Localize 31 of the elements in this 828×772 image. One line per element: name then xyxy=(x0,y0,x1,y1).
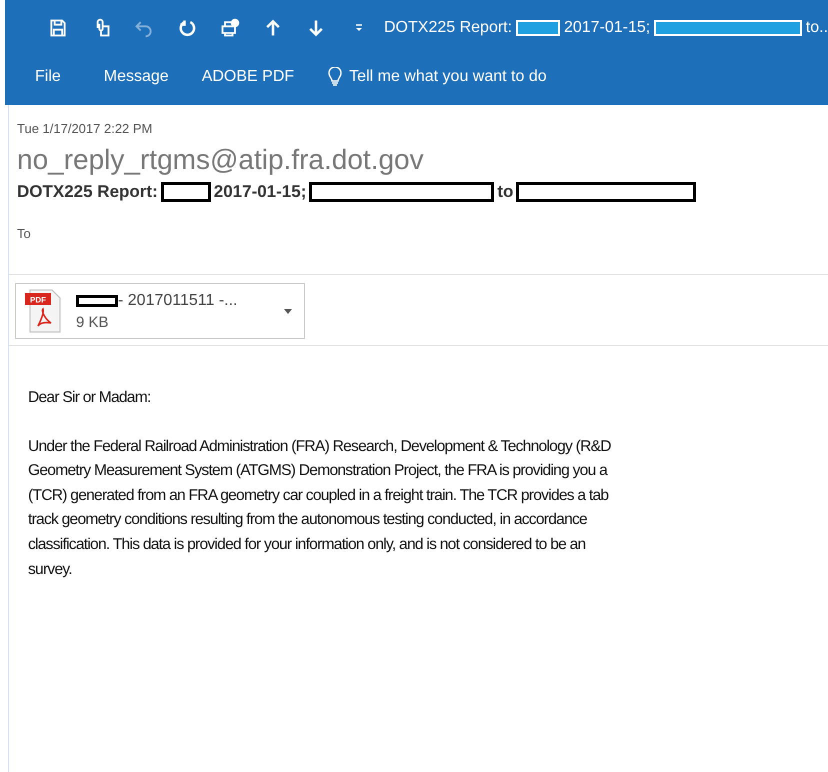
window-title: 2017-01-15; xyxy=(564,19,650,37)
dropdown-icon xyxy=(284,309,292,314)
circular-arrow-icon xyxy=(177,18,198,38)
greeting-text: Dear Sir or Madam: xyxy=(28,388,152,408)
body-text: classification. This data is provided for your information only, and is not considered to be an xyxy=(28,534,586,555)
dropdown-icon xyxy=(354,23,364,33)
subject-text: DOTX225 Report: xyxy=(17,182,158,202)
redaction-box xyxy=(160,182,211,202)
redaction-box xyxy=(516,20,560,36)
body-text: (TCR) generated from an FRA geometry car coupled in a freight train. The TCR provides a tab xyxy=(28,486,610,506)
sender-address: no_reply_rtgms@atip.fra.dot.gov xyxy=(17,144,425,176)
body-text: track geometry conditions resulting from the autonomous testing conducted, in accordance xyxy=(28,510,588,530)
body-text: survey. xyxy=(28,560,73,580)
ribbon-tab[interactable]: File xyxy=(35,68,61,86)
subject-text: to xyxy=(497,182,514,202)
to-label: To xyxy=(17,226,32,241)
attachment-name: - 2017011511 -... xyxy=(118,292,238,310)
body-text: Under the Federal Railroad Administration (FRA) Research, Development & Technology (R&D xyxy=(28,436,612,457)
window-title: DOTX225 Report: xyxy=(384,19,512,37)
body-text: Geometry Measurement System (ATGMS) Demonstration Project, the FRA is providing you a xyxy=(28,461,609,482)
window-title: to.. xyxy=(806,19,828,37)
subject-text: 2017-01-15; xyxy=(214,182,306,202)
tell-me-search[interactable]: Tell me what you want to do xyxy=(327,67,547,87)
ribbon-tab[interactable]: ADOBE PDF xyxy=(202,68,294,86)
ribbon-tab[interactable]: Message xyxy=(104,68,169,86)
redaction-box xyxy=(76,294,118,306)
lightbulb-icon xyxy=(327,67,344,87)
attachment-size: 9 KB xyxy=(76,314,110,330)
printer-check-icon xyxy=(220,18,240,38)
date-text: Tue 1/17/2017 2:22 PM xyxy=(17,121,154,136)
attachment-card[interactable]: PDF - 2017011511 -... 9 KB xyxy=(15,283,305,339)
